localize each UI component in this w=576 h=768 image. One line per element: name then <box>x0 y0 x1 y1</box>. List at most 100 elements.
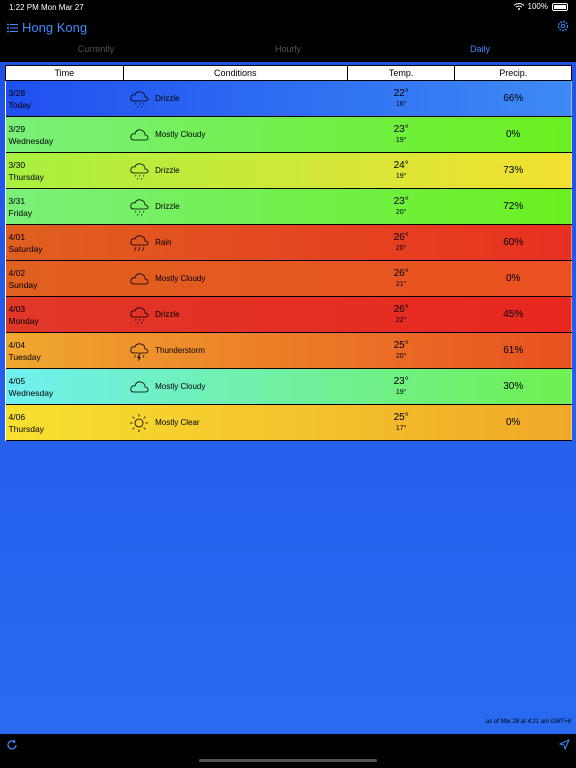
temp-low: 22° <box>395 316 407 324</box>
nav-bar: Hong Kong Currently Hourly Daily <box>0 14 576 62</box>
precip-cell: 0% <box>454 116 572 153</box>
time-cell: 3/30 Thursday <box>5 152 124 189</box>
condition-label: Rain <box>155 238 172 247</box>
condition-label: Mostly Clear <box>155 418 200 427</box>
row-date: 4/02 <box>8 267 26 278</box>
tab-daily[interactable]: Daily <box>470 44 490 54</box>
forecast-table: Time Conditions Temp. Precip. 3/28 Today D… <box>5 65 572 441</box>
temp-cell: 24° 19° <box>347 152 455 189</box>
conditions-cell: Mostly Clear <box>123 404 348 441</box>
row-day: Tuesday <box>8 351 41 362</box>
condition-label: Mostly Cloudy <box>155 274 206 283</box>
drizzle-icon <box>130 306 149 324</box>
time-cell: 4/05 Wednesday <box>5 368 124 405</box>
time-cell: 3/29 Wednesday <box>5 116 124 153</box>
row-day: Sunday <box>8 279 38 290</box>
temp-high: 26° <box>393 303 409 315</box>
conditions-cell: Mostly Cloudy <box>123 368 348 405</box>
temp-low: 19° <box>395 136 407 144</box>
condition-label: Drizzle <box>155 202 180 211</box>
table-row[interactable]: 4/01 Saturday Rain 26° 20° 60% <box>5 224 572 261</box>
bottom-bar <box>0 734 576 768</box>
tab-bar: Currently Hourly Daily <box>0 44 576 58</box>
precip-cell: 45% <box>454 296 572 333</box>
table-row[interactable]: 3/29 Wednesday Mostly Cloudy 23° 19° 0% <box>5 116 572 153</box>
temp-low: 19° <box>395 388 407 396</box>
precip-cell: 66% <box>454 80 572 117</box>
battery-icon <box>552 2 568 11</box>
row-date: 3/30 <box>8 159 26 170</box>
temp-cell: 22° 16° <box>347 80 455 117</box>
conditions-cell: Rain <box>123 224 348 261</box>
cloud-icon <box>130 128 149 140</box>
temp-high: 23° <box>393 123 409 135</box>
temp-high: 26° <box>393 231 409 243</box>
row-date: 4/04 <box>8 339 26 350</box>
location-arrow-icon[interactable] <box>559 739 570 750</box>
temp-cell: 23° 19° <box>347 116 455 153</box>
temp-low: 20° <box>395 208 407 216</box>
condition-label: Drizzle <box>155 94 180 103</box>
temp-cell: 26° 21° <box>347 260 455 297</box>
time-cell: 4/06 Thursday <box>5 404 124 441</box>
temp-cell: 26° 22° <box>347 296 455 333</box>
precip-cell: 0% <box>454 260 572 297</box>
temp-high: 22° <box>393 87 409 99</box>
drizzle-icon <box>130 90 149 108</box>
tab-currently[interactable]: Currently <box>78 44 115 54</box>
precip-cell: 60% <box>454 224 572 261</box>
table-row[interactable]: 3/28 Today Drizzle 22° 16° 66% <box>5 80 572 117</box>
table-row[interactable]: 4/05 Wednesday Mostly Cloudy 23° 19° 30% <box>5 368 572 405</box>
table-row[interactable]: 3/31 Friday Drizzle 23° 20° 72% <box>5 188 572 225</box>
time-cell: 4/03 Monday <box>5 296 124 333</box>
condition-label: Drizzle <box>155 166 180 175</box>
temp-cell: 25° 17° <box>347 404 455 441</box>
col-header-precip: Precip. <box>454 65 572 81</box>
refresh-icon[interactable] <box>6 739 18 751</box>
temp-low: 16° <box>395 100 407 108</box>
temp-low: 20° <box>395 244 407 252</box>
wifi-icon <box>513 3 524 10</box>
precip-cell: 61% <box>454 332 572 369</box>
precip-cell: 73% <box>454 152 572 189</box>
temp-low: 19° <box>395 172 407 180</box>
table-row[interactable]: 4/03 Monday Drizzle 26° 22° 45% <box>5 296 572 333</box>
battery-percent: 100% <box>527 2 548 11</box>
conditions-cell: Drizzle <box>123 296 348 333</box>
table-row[interactable]: 4/02 Sunday Mostly Cloudy 26° 21° 0% <box>5 260 572 297</box>
updated-note: as of Mar 28 at 4:21 am GMT+8 <box>485 719 571 725</box>
city-title[interactable]: Hong Kong <box>22 20 87 35</box>
gear-icon[interactable] <box>557 20 569 32</box>
cloud-icon <box>130 380 149 392</box>
col-header-temp: Temp. <box>346 65 456 81</box>
thunderstorm-icon <box>130 342 149 361</box>
temp-cell: 25° 20° <box>347 332 455 369</box>
row-date: 3/29 <box>8 123 26 134</box>
cloud-icon <box>130 272 149 284</box>
table-row[interactable]: 4/06 Thursday Mostly Clear 25° 17° 0% <box>5 404 572 441</box>
conditions-cell: Mostly Cloudy <box>123 116 348 153</box>
row-date: 3/31 <box>8 195 26 206</box>
table-row[interactable]: 4/04 Tuesday Thunderstorm 25° 20° 61% <box>5 332 572 369</box>
precip-cell: 0% <box>454 404 572 441</box>
list-menu-icon[interactable] <box>7 23 18 33</box>
row-day: Today <box>8 99 32 110</box>
drizzle-icon <box>130 162 149 180</box>
time-cell: 4/04 Tuesday <box>5 332 124 369</box>
conditions-cell: Mostly Cloudy <box>123 260 348 297</box>
temp-high: 25° <box>393 411 409 423</box>
status-right: 100% <box>513 2 568 11</box>
row-day: Monday <box>8 315 39 326</box>
row-date: 4/03 <box>8 303 26 314</box>
tab-hourly[interactable]: Hourly <box>275 44 301 54</box>
condition-label: Drizzle <box>155 310 180 319</box>
conditions-cell: Drizzle <box>123 152 348 189</box>
home-indicator <box>199 759 377 762</box>
row-date: 4/06 <box>8 411 26 422</box>
temp-high: 23° <box>393 375 409 387</box>
row-day: Wednesday <box>8 387 54 398</box>
table-row[interactable]: 3/30 Thursday Drizzle 24° 19° 73% <box>5 152 572 189</box>
col-header-time: Time <box>5 65 124 81</box>
row-day: Saturday <box>8 243 43 254</box>
conditions-cell: Thunderstorm <box>123 332 348 369</box>
